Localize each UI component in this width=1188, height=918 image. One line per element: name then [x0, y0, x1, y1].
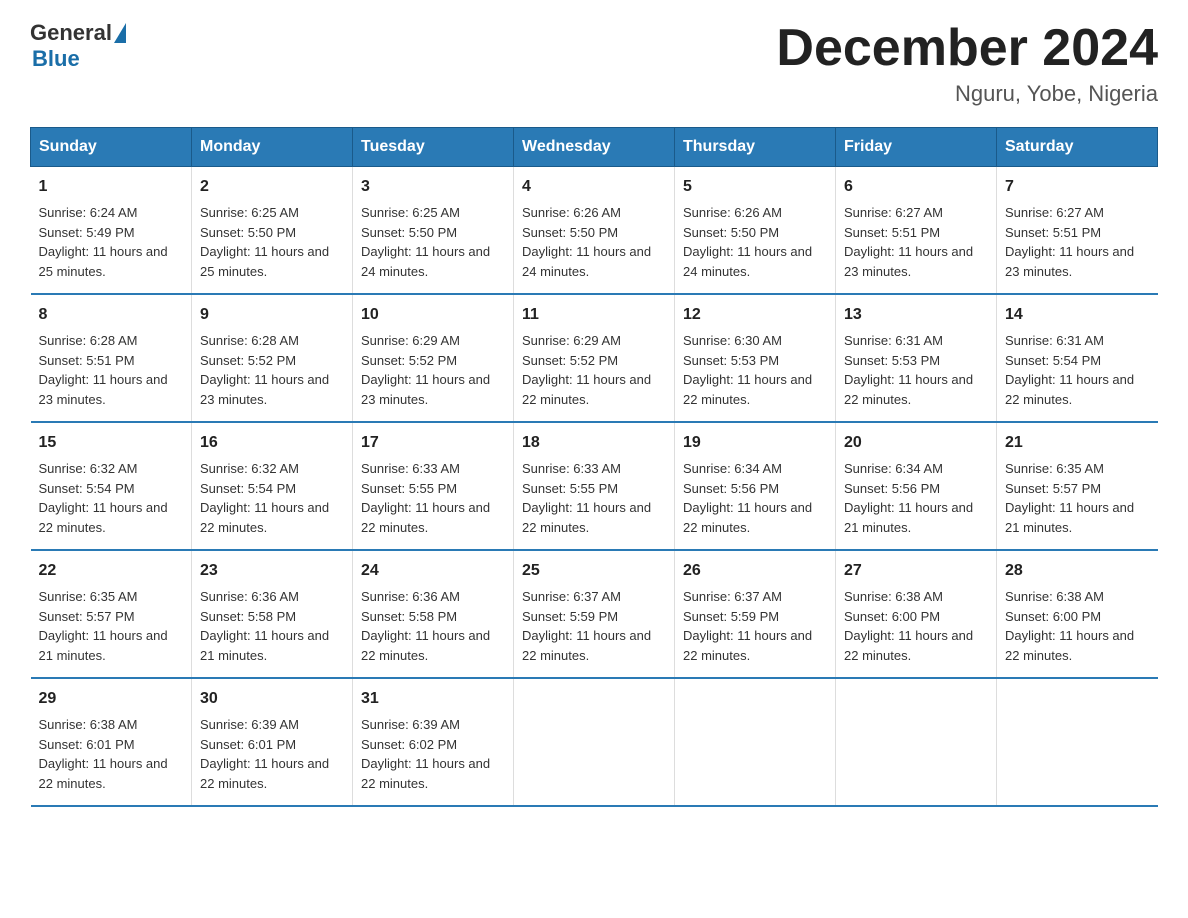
- calendar-cell: 3Sunrise: 6:25 AMSunset: 5:50 PMDaylight…: [353, 167, 514, 295]
- day-number: 3: [361, 175, 505, 199]
- day-number: 6: [844, 175, 988, 199]
- calendar-cell: 20Sunrise: 6:34 AMSunset: 5:56 PMDayligh…: [836, 422, 997, 550]
- calendar-cell: 12Sunrise: 6:30 AMSunset: 5:53 PMDayligh…: [675, 294, 836, 422]
- day-number: 31: [361, 687, 505, 711]
- header-day-saturday: Saturday: [997, 128, 1158, 167]
- day-number: 27: [844, 559, 988, 583]
- calendar-cell: 18Sunrise: 6:33 AMSunset: 5:55 PMDayligh…: [514, 422, 675, 550]
- day-number: 26: [683, 559, 827, 583]
- location: Nguru, Yobe, Nigeria: [776, 81, 1158, 107]
- day-number: 30: [200, 687, 344, 711]
- calendar-cell: [675, 678, 836, 806]
- month-title: December 2024: [776, 20, 1158, 77]
- logo-general-text: General: [30, 20, 112, 46]
- day-number: 25: [522, 559, 666, 583]
- day-number: 28: [1005, 559, 1150, 583]
- day-number: 22: [39, 559, 184, 583]
- header-day-sunday: Sunday: [31, 128, 192, 167]
- calendar-cell: [836, 678, 997, 806]
- calendar-cell: 28Sunrise: 6:38 AMSunset: 6:00 PMDayligh…: [997, 550, 1158, 678]
- calendar-cell: 25Sunrise: 6:37 AMSunset: 5:59 PMDayligh…: [514, 550, 675, 678]
- calendar-cell: 8Sunrise: 6:28 AMSunset: 5:51 PMDaylight…: [31, 294, 192, 422]
- calendar-cell: 17Sunrise: 6:33 AMSunset: 5:55 PMDayligh…: [353, 422, 514, 550]
- day-number: 23: [200, 559, 344, 583]
- calendar-table: SundayMondayTuesdayWednesdayThursdayFrid…: [30, 127, 1158, 807]
- calendar-cell: 4Sunrise: 6:26 AMSunset: 5:50 PMDaylight…: [514, 167, 675, 295]
- calendar-cell: 23Sunrise: 6:36 AMSunset: 5:58 PMDayligh…: [192, 550, 353, 678]
- calendar-cell: 1Sunrise: 6:24 AMSunset: 5:49 PMDaylight…: [31, 167, 192, 295]
- day-number: 18: [522, 431, 666, 455]
- day-number: 19: [683, 431, 827, 455]
- calendar-week-row: 22Sunrise: 6:35 AMSunset: 5:57 PMDayligh…: [31, 550, 1158, 678]
- day-number: 11: [522, 303, 666, 327]
- calendar-cell: 31Sunrise: 6:39 AMSunset: 6:02 PMDayligh…: [353, 678, 514, 806]
- calendar-cell: 21Sunrise: 6:35 AMSunset: 5:57 PMDayligh…: [997, 422, 1158, 550]
- day-number: 8: [39, 303, 184, 327]
- calendar-cell: 11Sunrise: 6:29 AMSunset: 5:52 PMDayligh…: [514, 294, 675, 422]
- day-number: 2: [200, 175, 344, 199]
- calendar-cell: 14Sunrise: 6:31 AMSunset: 5:54 PMDayligh…: [997, 294, 1158, 422]
- calendar-cell: 19Sunrise: 6:34 AMSunset: 5:56 PMDayligh…: [675, 422, 836, 550]
- calendar-cell: [997, 678, 1158, 806]
- logo-blue-text: Blue: [32, 46, 80, 72]
- calendar-cell: 7Sunrise: 6:27 AMSunset: 5:51 PMDaylight…: [997, 167, 1158, 295]
- day-number: 24: [361, 559, 505, 583]
- day-number: 13: [844, 303, 988, 327]
- calendar-week-row: 15Sunrise: 6:32 AMSunset: 5:54 PMDayligh…: [31, 422, 1158, 550]
- day-number: 20: [844, 431, 988, 455]
- day-number: 7: [1005, 175, 1150, 199]
- calendar-cell: 26Sunrise: 6:37 AMSunset: 5:59 PMDayligh…: [675, 550, 836, 678]
- day-number: 1: [39, 175, 184, 199]
- calendar-week-row: 29Sunrise: 6:38 AMSunset: 6:01 PMDayligh…: [31, 678, 1158, 806]
- calendar-cell: 10Sunrise: 6:29 AMSunset: 5:52 PMDayligh…: [353, 294, 514, 422]
- logo: General Blue: [30, 20, 128, 72]
- header-day-thursday: Thursday: [675, 128, 836, 167]
- calendar-cell: 6Sunrise: 6:27 AMSunset: 5:51 PMDaylight…: [836, 167, 997, 295]
- calendar-cell: 15Sunrise: 6:32 AMSunset: 5:54 PMDayligh…: [31, 422, 192, 550]
- header-day-wednesday: Wednesday: [514, 128, 675, 167]
- calendar-cell: 30Sunrise: 6:39 AMSunset: 6:01 PMDayligh…: [192, 678, 353, 806]
- calendar-cell: 2Sunrise: 6:25 AMSunset: 5:50 PMDaylight…: [192, 167, 353, 295]
- day-number: 29: [39, 687, 184, 711]
- calendar-cell: 16Sunrise: 6:32 AMSunset: 5:54 PMDayligh…: [192, 422, 353, 550]
- header-day-friday: Friday: [836, 128, 997, 167]
- calendar-week-row: 1Sunrise: 6:24 AMSunset: 5:49 PMDaylight…: [31, 167, 1158, 295]
- calendar-cell: 22Sunrise: 6:35 AMSunset: 5:57 PMDayligh…: [31, 550, 192, 678]
- calendar-week-row: 8Sunrise: 6:28 AMSunset: 5:51 PMDaylight…: [31, 294, 1158, 422]
- header-day-monday: Monday: [192, 128, 353, 167]
- calendar-header-row: SundayMondayTuesdayWednesdayThursdayFrid…: [31, 128, 1158, 167]
- calendar-cell: 13Sunrise: 6:31 AMSunset: 5:53 PMDayligh…: [836, 294, 997, 422]
- day-number: 16: [200, 431, 344, 455]
- page-header: General Blue December 2024 Nguru, Yobe, …: [30, 20, 1158, 107]
- calendar-cell: 29Sunrise: 6:38 AMSunset: 6:01 PMDayligh…: [31, 678, 192, 806]
- title-area: December 2024 Nguru, Yobe, Nigeria: [776, 20, 1158, 107]
- calendar-cell: 24Sunrise: 6:36 AMSunset: 5:58 PMDayligh…: [353, 550, 514, 678]
- day-number: 15: [39, 431, 184, 455]
- day-number: 12: [683, 303, 827, 327]
- day-number: 5: [683, 175, 827, 199]
- logo-triangle-icon: [114, 23, 126, 43]
- day-number: 10: [361, 303, 505, 327]
- calendar-cell: [514, 678, 675, 806]
- day-number: 9: [200, 303, 344, 327]
- header-day-tuesday: Tuesday: [353, 128, 514, 167]
- day-number: 21: [1005, 431, 1150, 455]
- day-number: 14: [1005, 303, 1150, 327]
- calendar-cell: 5Sunrise: 6:26 AMSunset: 5:50 PMDaylight…: [675, 167, 836, 295]
- calendar-cell: 9Sunrise: 6:28 AMSunset: 5:52 PMDaylight…: [192, 294, 353, 422]
- day-number: 4: [522, 175, 666, 199]
- day-number: 17: [361, 431, 505, 455]
- calendar-cell: 27Sunrise: 6:38 AMSunset: 6:00 PMDayligh…: [836, 550, 997, 678]
